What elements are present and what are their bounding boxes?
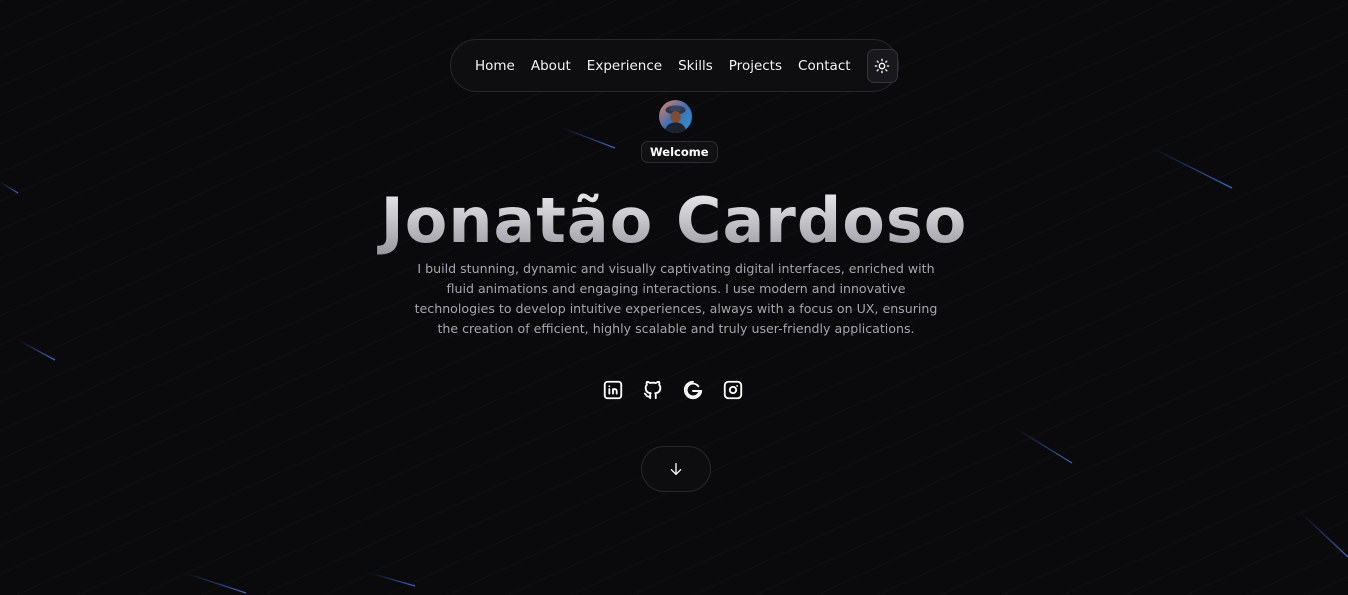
linkedin-link[interactable] [602,378,624,402]
navbar: Home About Experience Skills Projects Co… [450,39,899,92]
google-link[interactable] [682,378,704,402]
nav-link-skills[interactable]: Skills [678,58,713,74]
github-icon [643,380,662,400]
hero-title: Jonatão Cardoso [0,178,1348,264]
nav-link-home[interactable]: Home [475,58,515,74]
nav-link-experience[interactable]: Experience [587,58,662,74]
nav-link-about[interactable]: About [531,58,571,74]
welcome-badge: Welcome [641,141,718,163]
streak [184,572,247,594]
theme-toggle-button[interactable] [866,48,898,83]
social-links [602,378,744,402]
arrow-down-icon [670,463,682,475]
avatar [659,100,692,133]
avatar-image [659,100,692,133]
instagram-icon [723,380,743,400]
instagram-link[interactable] [722,378,744,402]
hero-description: I build stunning, dynamic and visually c… [414,261,938,336]
streak [17,339,56,361]
nav-link-contact[interactable]: Contact [798,58,851,74]
linkedin-icon [603,380,623,400]
github-link[interactable] [642,378,664,402]
sun-icon [874,58,890,73]
streak [559,126,616,149]
streak [369,572,416,587]
streak [1014,427,1073,464]
hero-section: Home About Experience Skills Projects Co… [0,0,1348,595]
streak [1299,511,1348,558]
nav-link-projects[interactable]: Projects [729,58,782,74]
scroll-down-button[interactable] [641,446,711,492]
google-icon [683,380,703,400]
